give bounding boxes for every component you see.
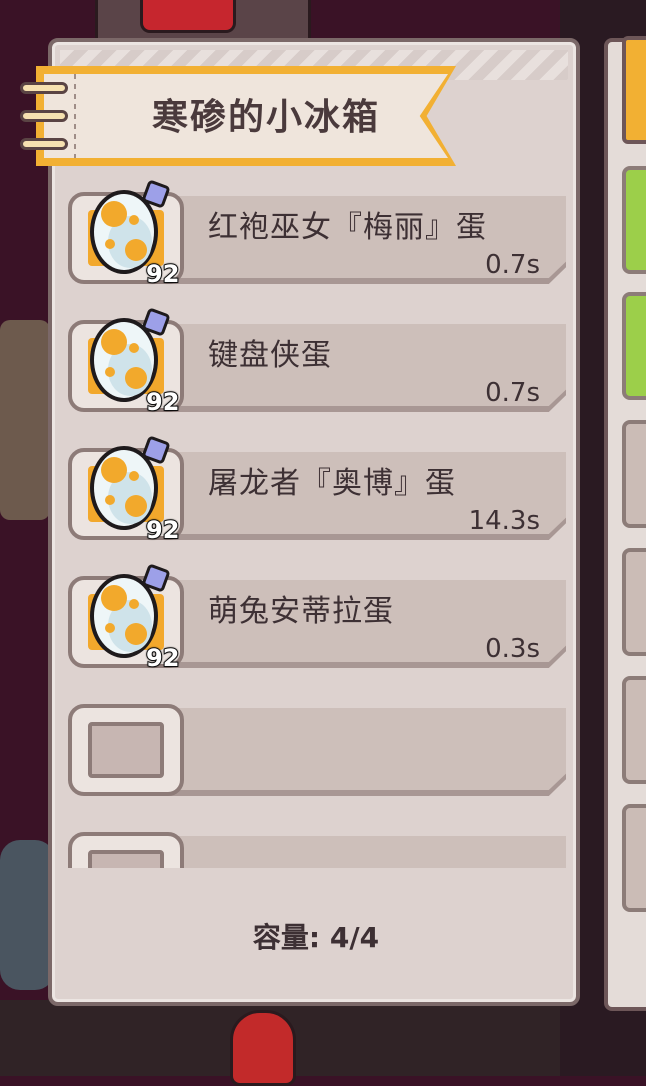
- empty-egg-slot[interactable]: [68, 832, 184, 868]
- egg-level-badge: 92: [145, 643, 180, 673]
- egg-hatch-time: 0.3s: [485, 634, 540, 664]
- egg-level-badge: 92: [145, 259, 180, 289]
- side-slot[interactable]: [622, 166, 646, 274]
- egg-row[interactable]: 92 屠龙者『奥博』蛋 14.3s: [66, 436, 568, 545]
- egg-row[interactable]: 92 键盘侠蛋 0.7s: [66, 308, 568, 417]
- side-slot[interactable]: [622, 548, 646, 656]
- egg-name: 萌兔安蒂拉蛋: [208, 594, 394, 629]
- background-floor: [0, 1000, 646, 1076]
- egg-level-badge: 92: [145, 387, 180, 417]
- side-slot[interactable]: [622, 804, 646, 912]
- side-panel-tab[interactable]: [622, 36, 646, 144]
- panel-title: 寒碜的小冰箱: [151, 97, 380, 138]
- egg-name: 红袍巫女『梅丽』蛋: [208, 210, 487, 245]
- egg-row[interactable]: 92 红袍巫女『梅丽』蛋 0.7s: [66, 180, 568, 289]
- egg-list[interactable]: 92 红袍巫女『梅丽』蛋 0.7s 92 键盘侠蛋 0.7s 92 屠龙者『奥博…: [52, 180, 580, 868]
- egg-name: 屠龙者『奥博』蛋: [208, 466, 456, 501]
- egg-level-badge: 92: [145, 515, 180, 545]
- capacity-label: 容量: 4/4: [252, 921, 380, 954]
- empty-row-bar: [136, 836, 566, 868]
- background-statue: [0, 840, 55, 990]
- egg-hatch-time: 0.7s: [485, 378, 540, 408]
- background-lantern: [230, 1010, 296, 1086]
- egg-hatch-time: 0.7s: [485, 250, 540, 280]
- empty-egg-slot[interactable]: [68, 704, 184, 796]
- background-plant: [0, 320, 50, 520]
- side-slot[interactable]: [622, 292, 646, 400]
- egg-hatch-time: 14.3s: [468, 506, 540, 536]
- egg-row[interactable]: 92 萌兔安蒂拉蛋 0.3s: [66, 564, 568, 673]
- empty-egg-row[interactable]: [66, 820, 568, 868]
- binder-rings-icon: [20, 82, 68, 154]
- empty-row-bar: [136, 708, 566, 790]
- side-slot[interactable]: [622, 676, 646, 784]
- side-slot[interactable]: [622, 420, 646, 528]
- egg-name: 键盘侠蛋: [208, 338, 332, 373]
- background-ornament: [140, 0, 236, 33]
- empty-egg-row[interactable]: [66, 692, 568, 796]
